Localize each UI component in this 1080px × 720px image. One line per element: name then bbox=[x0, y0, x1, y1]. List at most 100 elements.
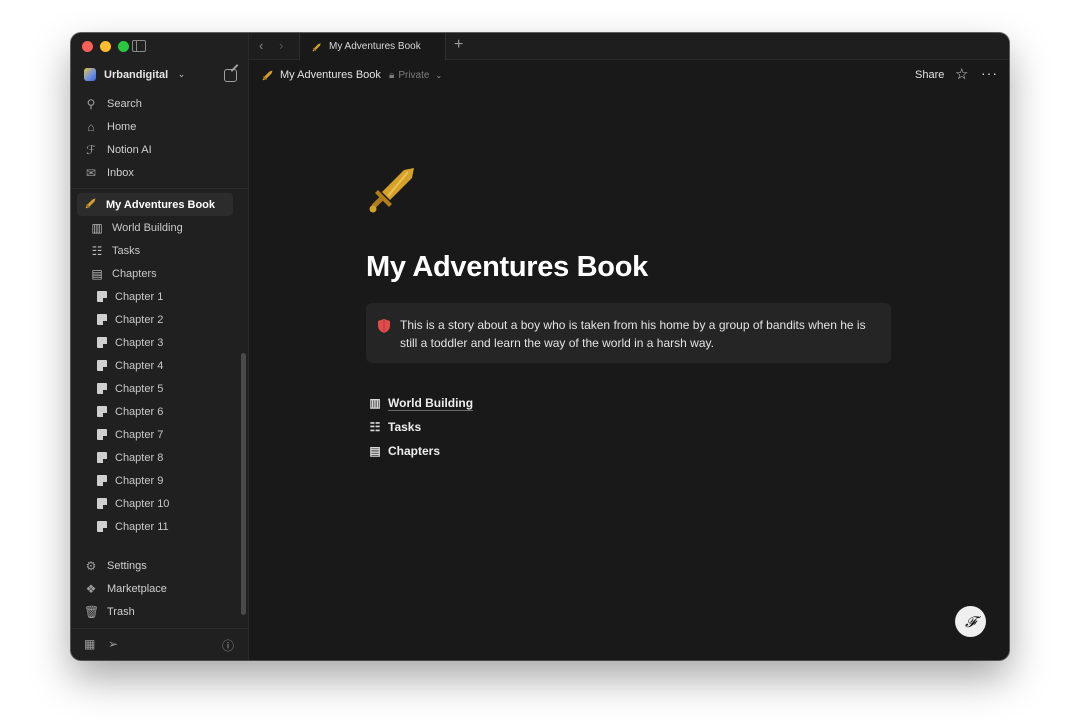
sidebar-item-label: Chapter 2 bbox=[115, 313, 164, 326]
sword-icon bbox=[84, 197, 98, 212]
new-page-icon[interactable] bbox=[224, 69, 237, 82]
sidebar-item-chapter[interactable]: Chapter 11 bbox=[77, 515, 233, 538]
home-icon: ⌂ bbox=[87, 119, 95, 134]
inbox-icon: ✉ bbox=[85, 165, 97, 180]
notion-ai-icon: 𝓕 bbox=[964, 612, 977, 631]
workspace-switcher[interactable]: Urbandigital ⌄ bbox=[84, 68, 185, 81]
map-icon: ▥ bbox=[91, 220, 103, 235]
sidebar-item-label: Chapter 6 bbox=[115, 405, 164, 418]
sidebar-item-marketplace[interactable]: ❖ Marketplace bbox=[79, 577, 239, 600]
sidebar-item-label: My Adventures Book bbox=[106, 198, 216, 211]
visibility-label: Private bbox=[398, 70, 430, 81]
sidebar-item-label: Search bbox=[107, 97, 142, 110]
close-window-button[interactable] bbox=[82, 41, 93, 52]
page-topbar: My Adventures Book 🔒︎ Private ⌄ Share ☆ … bbox=[249, 60, 1009, 92]
window-controls bbox=[82, 41, 129, 52]
gear-icon: ⚙ bbox=[85, 558, 97, 573]
sidebar-item-label: Marketplace bbox=[107, 582, 167, 595]
page-title[interactable]: My Adventures Book bbox=[366, 251, 648, 284]
sidebar-item-label: Inbox bbox=[107, 166, 134, 179]
sidebar-item-label: Chapters bbox=[112, 267, 157, 280]
link-label: World Building bbox=[388, 395, 474, 411]
sidebar-item-chapter[interactable]: Chapter 5 bbox=[77, 377, 233, 400]
sidebar: Urbandigital ⌄ ⚲ Search ⌂ Home ℱ Notion … bbox=[71, 33, 249, 660]
maximize-window-button[interactable] bbox=[118, 41, 129, 52]
link-tasks[interactable]: ☷ Tasks bbox=[368, 415, 473, 439]
book-icon: ▤ bbox=[91, 266, 103, 281]
checklist-icon: ☷ bbox=[91, 243, 103, 258]
sidebar-toggle-icon[interactable] bbox=[132, 40, 146, 52]
page-links: ▥ World Building ☷ Tasks ▤ Chapters bbox=[368, 391, 474, 463]
calendar-icon[interactable]: ▦ bbox=[84, 637, 95, 651]
page-sword-icon[interactable] bbox=[368, 166, 416, 219]
sidebar-item-chapter[interactable]: Chapter 3 bbox=[77, 331, 233, 354]
sidebar-item-label: Chapter 4 bbox=[115, 359, 164, 372]
link-world-building[interactable]: ▥ World Building bbox=[368, 391, 474, 415]
breadcrumb-label: My Adventures Book bbox=[280, 69, 381, 81]
sidebar-item-chapter[interactable]: Chapter 9 bbox=[77, 469, 233, 492]
forward-icon[interactable]: › bbox=[279, 38, 283, 53]
sidebar-item-inbox[interactable]: ✉ Inbox bbox=[79, 161, 241, 184]
more-options-icon[interactable]: ··· bbox=[981, 65, 998, 81]
sidebar-item-trash[interactable]: 🗑 Trash bbox=[79, 600, 239, 623]
sidebar-item-home[interactable]: ⌂ Home bbox=[79, 115, 241, 138]
sidebar-nav: ⚲ Search ⌂ Home ℱ Notion AI ✉ Inbox bbox=[79, 92, 241, 184]
chevron-down-icon: ⌄ bbox=[178, 70, 185, 79]
visibility-selector[interactable]: 🔒︎ Private ⌄ bbox=[389, 70, 442, 81]
page-icon bbox=[97, 383, 107, 394]
page-icon bbox=[97, 291, 107, 302]
link-chapters[interactable]: ▤ Chapters bbox=[368, 439, 473, 463]
sidebar-item-chapter[interactable]: Chapter 6 bbox=[77, 400, 233, 423]
sidebar-item-tasks[interactable]: ☷ Tasks bbox=[77, 239, 233, 262]
send-icon[interactable]: ➢ bbox=[108, 637, 118, 651]
minimize-window-button[interactable] bbox=[100, 41, 111, 52]
sidebar-item-search[interactable]: ⚲ Search bbox=[79, 92, 241, 115]
app-window: Urbandigital ⌄ ⚲ Search ⌂ Home ℱ Notion … bbox=[71, 33, 1009, 660]
breadcrumb[interactable]: My Adventures Book bbox=[262, 69, 381, 81]
back-icon[interactable]: ‹ bbox=[259, 38, 263, 53]
trash-icon: 🗑 bbox=[84, 604, 100, 619]
tab-my-adventures-book[interactable]: My Adventures Book bbox=[299, 33, 446, 60]
page-icon bbox=[97, 314, 107, 325]
checklist-icon: ☷ bbox=[369, 420, 381, 434]
page-tree: My Adventures Book ▥ World Building ☷ Ta… bbox=[77, 193, 233, 538]
notion-ai-button[interactable]: 𝓕 bbox=[955, 606, 986, 637]
marketplace-icon: ❖ bbox=[85, 581, 97, 596]
page-icon bbox=[97, 360, 107, 371]
shield-icon bbox=[378, 319, 390, 338]
tab-bar: ‹ › My Adventures Book + bbox=[249, 33, 1009, 60]
notion-ai-icon: ℱ bbox=[86, 142, 96, 157]
sidebar-item-chapter[interactable]: Chapter 10 bbox=[77, 492, 233, 515]
sidebar-item-chapter[interactable]: Chapter 7 bbox=[77, 423, 233, 446]
sidebar-item-label: Chapter 9 bbox=[115, 474, 164, 487]
sidebar-item-label: Chapter 10 bbox=[115, 497, 170, 510]
help-icon[interactable]: ⓘ bbox=[222, 637, 234, 654]
sidebar-item-label: Chapter 8 bbox=[115, 451, 164, 464]
map-icon: ▥ bbox=[369, 396, 381, 410]
sidebar-scrollbar[interactable] bbox=[241, 353, 246, 615]
sidebar-item-chapter[interactable]: Chapter 4 bbox=[77, 354, 233, 377]
sidebar-item-chapter[interactable]: Chapter 2 bbox=[77, 308, 233, 331]
new-tab-icon[interactable]: + bbox=[454, 36, 463, 54]
tab-label: My Adventures Book bbox=[329, 41, 421, 52]
sidebar-item-chapter[interactable]: Chapter 1 bbox=[77, 285, 233, 308]
sidebar-item-my-adventures-book[interactable]: My Adventures Book bbox=[77, 193, 233, 216]
page-icon bbox=[97, 452, 107, 463]
sidebar-item-chapters[interactable]: ▤ Chapters bbox=[77, 262, 233, 285]
sword-icon bbox=[262, 70, 273, 81]
sidebar-item-label: Chapter 7 bbox=[115, 428, 164, 441]
chevron-down-icon: ⌄ bbox=[435, 71, 443, 80]
favorite-star-icon[interactable]: ☆ bbox=[955, 65, 968, 83]
sidebar-item-world-building[interactable]: ▥ World Building bbox=[77, 216, 233, 239]
callout-text: This is a story about a boy who is taken… bbox=[400, 318, 866, 350]
sidebar-item-label: Trash bbox=[107, 605, 135, 618]
lock-icon: 🔒︎ bbox=[389, 70, 395, 81]
sidebar-item-settings[interactable]: ⚙ Settings bbox=[79, 554, 239, 577]
search-icon: ⚲ bbox=[86, 96, 96, 111]
share-button[interactable]: Share bbox=[915, 69, 944, 81]
sidebar-bottom-nav: ⚙ Settings ❖ Marketplace 🗑 Trash bbox=[79, 554, 239, 623]
link-label: Tasks bbox=[388, 420, 422, 434]
sidebar-item-notion-ai[interactable]: ℱ Notion AI bbox=[79, 138, 241, 161]
sidebar-item-chapter[interactable]: Chapter 8 bbox=[77, 446, 233, 469]
callout-block[interactable]: This is a story about a boy who is taken… bbox=[366, 303, 891, 363]
